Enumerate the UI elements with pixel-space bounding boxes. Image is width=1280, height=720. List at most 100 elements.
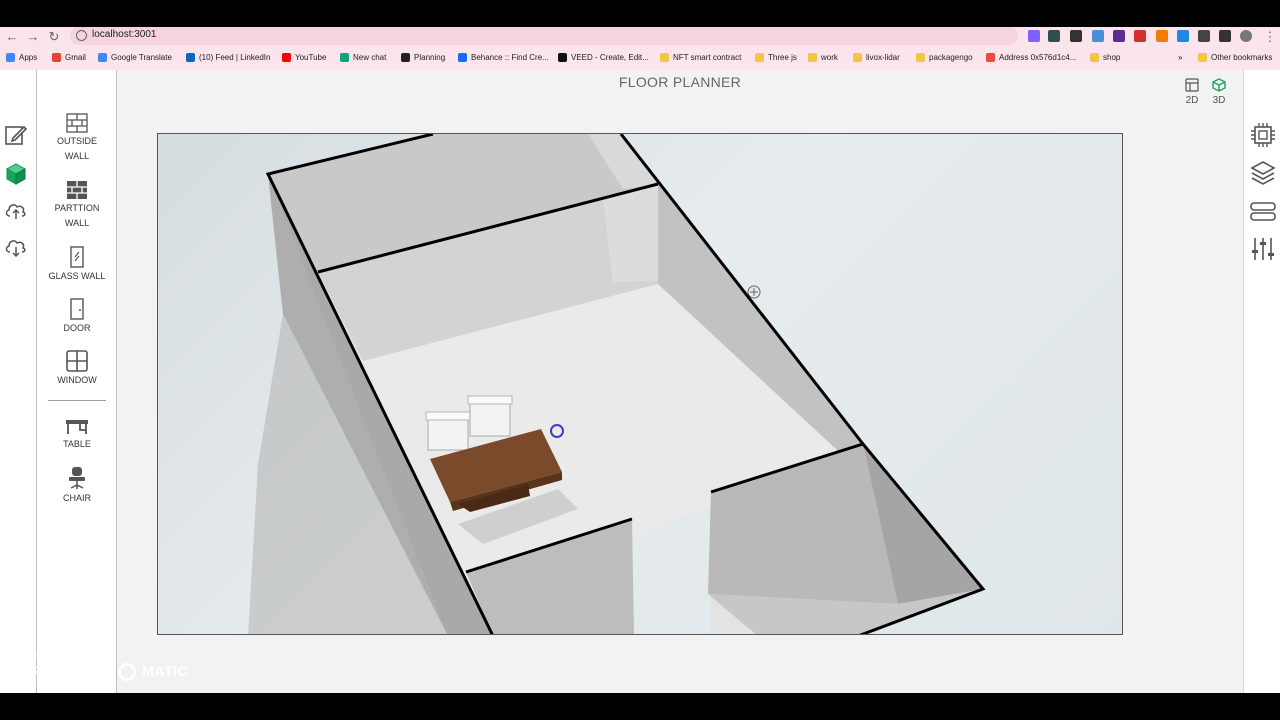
screen-top-border: [0, 0, 1280, 27]
chair-tool[interactable]: CHAIR: [37, 466, 117, 506]
view-2d-label: 2D: [1185, 95, 1199, 106]
profile-avatar[interactable]: [1240, 30, 1252, 42]
address-bar[interactable]: localhost:3001: [70, 27, 1018, 45]
bookmark-label: VEED - Create, Edit...: [571, 53, 649, 62]
bookmark-item[interactable]: VEED - Create, Edit...: [558, 53, 649, 62]
cloud-upload-icon[interactable]: [4, 198, 28, 222]
view-2d-toggle[interactable]: 2D: [1182, 78, 1202, 106]
table-tool[interactable]: TABLE: [37, 416, 117, 452]
bookmark-item[interactable]: Address 0x576d1c4...: [986, 53, 1076, 62]
layout-2d-icon: [1185, 78, 1199, 92]
tool-label: WINDOW: [57, 375, 97, 385]
edit-icon[interactable]: [4, 123, 28, 147]
forward-icon[interactable]: →: [25, 29, 41, 45]
page-title: FLOOR PLANNER: [618, 74, 742, 90]
extension-icon[interactable]: [1048, 30, 1060, 42]
bookmark-icon: [401, 53, 410, 62]
server-icon[interactable]: [1250, 198, 1276, 224]
door-tool[interactable]: DOOR: [37, 298, 117, 336]
window-icon: [66, 350, 88, 372]
menu-icon[interactable]: ⋮: [1262, 29, 1278, 45]
bookmark-item[interactable]: NFT smart contract: [660, 53, 741, 62]
reload-icon[interactable]: ↻: [46, 29, 62, 45]
site-info-icon[interactable]: [76, 30, 87, 41]
bookmark-icon: [986, 53, 995, 62]
bookmark-label: New chat: [353, 53, 387, 62]
bookmark-item[interactable]: Google Translate: [98, 53, 172, 62]
bookmark-icon: [755, 53, 764, 62]
app-page: OUTSIDE WALL PARTTION WALL GLASS WALL DO…: [0, 70, 1280, 693]
bookmark-icon: [186, 53, 195, 62]
browser-nav-row: ← → ↻ localhost:3001 ⋮: [0, 27, 1280, 47]
window-tool[interactable]: WINDOW: [37, 350, 117, 388]
glass-wall-icon: [70, 246, 84, 268]
puzzle-icon[interactable]: [1198, 30, 1210, 42]
tools-panel: OUTSIDE WALL PARTTION WALL GLASS WALL DO…: [37, 70, 117, 693]
bookmark-label: YouTube: [295, 53, 327, 62]
bookmark-item[interactable]: YouTube: [282, 53, 326, 62]
chair-model[interactable]: [425, 411, 471, 451]
extension-icon[interactable]: [1092, 30, 1104, 42]
sidepanel-icon[interactable]: [1219, 30, 1231, 42]
bookmark-item[interactable]: work: [808, 53, 838, 62]
floor-plan-3d-scene[interactable]: [158, 134, 1123, 635]
partition-wall-tool[interactable]: PARTTION WALL: [37, 180, 117, 231]
bookmark-item[interactable]: (10) Feed | LinkedIn: [186, 53, 270, 62]
tool-label: GLASS WALL: [48, 271, 106, 281]
bookmark-icon: [282, 53, 291, 62]
left-sidebar: [0, 70, 37, 693]
bookmark-item[interactable]: Planning: [401, 53, 445, 62]
door-icon: [70, 298, 84, 320]
tools-divider: [48, 400, 106, 401]
bookmark-label: Other bookmarks: [1211, 53, 1273, 62]
more-bookmarks-button[interactable]: »: [1178, 53, 1182, 62]
browser-chrome: ← → ↻ localhost:3001 ⋮ Apps Gmail Google T…: [0, 27, 1280, 70]
extension-icon[interactable]: [1134, 30, 1146, 42]
bookmark-icon: [52, 53, 61, 62]
cube-3d-icon[interactable]: [4, 162, 28, 186]
bookmark-item[interactable]: Apps: [6, 53, 37, 62]
watermark-caption: RECORDED WITH: [10, 653, 77, 660]
bookmark-item[interactable]: Three js: [755, 53, 797, 62]
chip-icon[interactable]: [1250, 122, 1276, 148]
tool-label: CHAIR: [62, 493, 91, 503]
sliders-icon[interactable]: [1250, 236, 1276, 262]
other-bookmarks-folder[interactable]: Other bookmarks: [1198, 53, 1272, 62]
layers-icon[interactable]: [1250, 160, 1276, 186]
extension-icon[interactable]: [1028, 30, 1040, 42]
bookmark-label: shop: [1103, 53, 1121, 62]
bookmark-item[interactable]: shop: [1090, 53, 1120, 62]
bookmark-item[interactable]: Gmail: [52, 53, 86, 62]
extension-icon[interactable]: [1177, 30, 1189, 42]
bookmark-icon: [916, 53, 925, 62]
bookmark-label: Apps: [19, 53, 38, 62]
bookmark-item[interactable]: New chat: [340, 53, 386, 62]
tool-label: WALL: [64, 151, 90, 161]
bookmark-label: work: [821, 53, 838, 62]
cloud-download-icon[interactable]: [4, 235, 28, 259]
bookmark-label: Three js: [768, 53, 797, 62]
bookmark-icon: [853, 53, 862, 62]
tool-label: TABLE: [63, 439, 91, 449]
3d-viewport[interactable]: [157, 133, 1123, 635]
tool-label: PARTTION: [54, 203, 100, 213]
glass-wall-tool[interactable]: GLASS WALL: [37, 246, 117, 284]
tool-label: WALL: [64, 218, 90, 228]
glass-wall: [603, 184, 658, 282]
partition-wall-icon: [67, 181, 87, 199]
view-3d-label: 3D: [1212, 95, 1226, 106]
screencast-logo-icon: [117, 663, 136, 682]
view-3d-toggle[interactable]: 3D: [1209, 78, 1229, 106]
outside-wall-tool[interactable]: OUTSIDE WALL: [37, 113, 117, 164]
bookmark-label: Planning: [414, 53, 446, 62]
metamask-icon[interactable]: [1156, 30, 1168, 42]
bookmark-item[interactable]: packagengo: [916, 53, 973, 62]
bookmark-icon: [808, 53, 817, 62]
right-sidebar: [1243, 70, 1280, 693]
extension-icon[interactable]: [1113, 30, 1125, 42]
bookmark-item[interactable]: Behance :: Find Cre...: [458, 53, 549, 62]
extension-icon[interactable]: [1070, 30, 1082, 42]
chair-model[interactable]: [467, 395, 513, 437]
bookmark-item[interactable]: livox-lidar: [853, 53, 900, 62]
back-icon[interactable]: ←: [4, 29, 20, 45]
